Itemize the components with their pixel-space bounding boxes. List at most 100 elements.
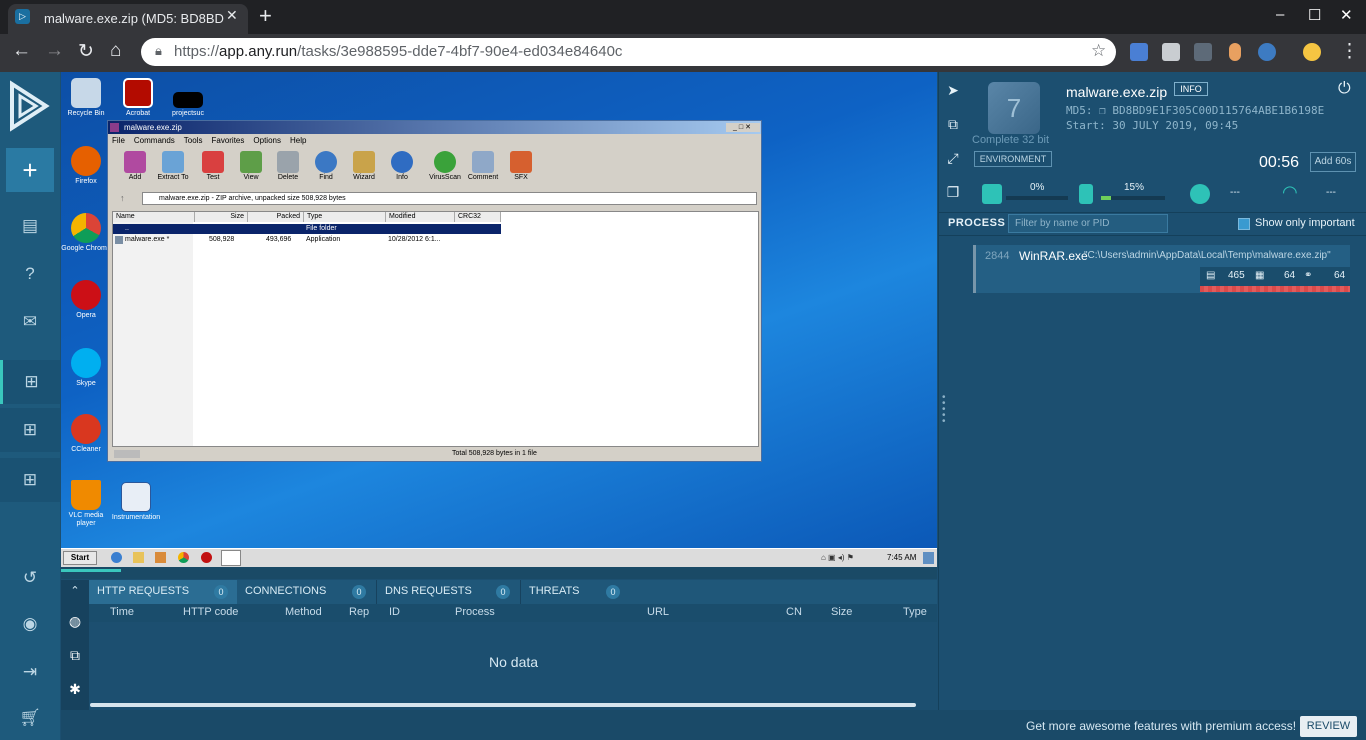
winrar-tool-sfx[interactable]: SFX <box>502 151 540 181</box>
winrar-tool-info[interactable]: Info <box>383 151 421 181</box>
ie-taskbar-icon[interactable] <box>111 552 122 563</box>
desktop-icon-acrobat[interactable]: Acrobat <box>113 78 163 118</box>
desktop-icon-opera[interactable]: Opera <box>61 280 111 320</box>
system-tray-icons[interactable]: ⌂ ▣ ◂) ⚑ <box>821 553 854 562</box>
winrar-menu-options[interactable]: Options <box>253 136 281 145</box>
up-folder-icon[interactable]: ↑ <box>120 193 125 203</box>
swirl-extension-icon[interactable] <box>1258 43 1276 61</box>
bug-icon[interactable]: ✱ <box>61 672 89 706</box>
winrar-taskbar-button[interactable] <box>221 550 241 566</box>
winrar-file-list[interactable]: Name Size Packed Type Modified CRC32 .. … <box>112 211 759 447</box>
window-minimize-button[interactable]: – <box>1276 6 1284 23</box>
new-task-button[interactable]: + <box>6 148 54 192</box>
document-icon[interactable]: ▤ <box>0 204 60 248</box>
table-row[interactable]: malware.exe * 508,928 493,696 Applicatio… <box>113 235 501 245</box>
anyrun-logo-icon[interactable] <box>6 80 52 132</box>
winrar-tool-test[interactable]: Test <box>194 151 232 181</box>
browser-tab[interactable]: malware.exe.zip (MD5: BD8BD <box>8 4 248 34</box>
copy-md5-icon[interactable]: ❐ <box>1099 104 1106 117</box>
column-header-crc32[interactable]: CRC32 <box>455 212 501 222</box>
explorer-taskbar-icon[interactable] <box>133 552 144 563</box>
winrar-tool-view[interactable]: View <box>232 151 270 181</box>
winrar-menu-favorites[interactable]: Favorites <box>211 136 244 145</box>
md5-value[interactable]: BD8BD9E1F305C00D115764ABE1B6198E <box>1112 104 1324 117</box>
process-name[interactable]: WinRAR.exe <box>1019 249 1088 263</box>
avira-taskbar-icon[interactable] <box>201 552 212 563</box>
process-filter-input[interactable]: Filter by name or PID <box>1008 214 1168 233</box>
desktop-icon-vlc[interactable]: VLC media player <box>61 480 111 528</box>
start-button[interactable]: Start <box>63 551 97 565</box>
translate-extension-icon[interactable] <box>1130 43 1148 61</box>
lock-icon[interactable]: 🔒︎ <box>155 43 162 59</box>
column-header-name[interactable]: Name <box>113 212 195 222</box>
new-tab-button[interactable]: + <box>259 3 272 29</box>
open-external-icon[interactable]: ⧉ <box>943 116 963 136</box>
media-taskbar-icon[interactable] <box>155 552 166 563</box>
winrar-tool-wizard[interactable]: Wizard <box>345 151 383 181</box>
winrar-title-bar[interactable]: malware.exe.zip <box>108 121 761 134</box>
col-size[interactable]: Size <box>831 606 852 618</box>
show-important-label[interactable]: Show only important <box>1255 217 1355 229</box>
winrar-address-bar[interactable]: malware.exe.zip - ZIP archive, unpacked … <box>142 192 757 205</box>
help-icon[interactable]: ? <box>0 252 60 296</box>
desktop-icon-instrumentation[interactable]: Instrumentation <box>111 482 161 522</box>
pointer-icon[interactable]: ➤ <box>943 82 963 102</box>
mail-icon[interactable]: ✉ <box>0 300 60 344</box>
horizontal-scrollbar[interactable] <box>90 703 916 707</box>
vm-desktop[interactable]: Recycle Bin Acrobat projectsuc Firefox G… <box>61 72 937 567</box>
copy-icon[interactable]: ❐ <box>943 184 963 204</box>
col-id[interactable]: ID <box>389 606 400 618</box>
profile-avatar-icon[interactable] <box>1303 43 1321 61</box>
winrar-tool-find[interactable]: Find <box>307 151 345 181</box>
desktop-icon-firefox[interactable]: Firefox <box>61 146 111 186</box>
window-maximize-button[interactable]: ☐ <box>1308 6 1321 24</box>
winrar-tool-comment[interactable]: Comment <box>464 151 502 181</box>
download-extension-icon[interactable] <box>1162 43 1180 61</box>
fullscreen-icon[interactable]: ⤢ <box>943 150 963 170</box>
chrome-taskbar-icon[interactable] <box>178 552 189 563</box>
windows-icon[interactable]: ⊞ <box>0 408 60 452</box>
winrar-menu-file[interactable]: File <box>112 136 125 145</box>
winrar-tool-delete[interactable]: Delete <box>269 151 307 181</box>
user-icon[interactable]: ◉ <box>0 602 60 646</box>
col-method[interactable]: Method <box>285 606 322 618</box>
back-icon[interactable]: ← <box>12 40 31 62</box>
column-header-type[interactable]: Type <box>304 212 386 222</box>
column-header-modified[interactable]: Modified <box>386 212 455 222</box>
column-header-size[interactable]: Size <box>195 212 248 222</box>
col-cn[interactable]: CN <box>786 606 802 618</box>
winrar-window-controls[interactable]: _□✕ <box>726 123 760 132</box>
desktop-icon-ccleaner[interactable]: CCleaner <box>61 414 111 454</box>
taskbar-clock[interactable]: 7:45 AM <box>887 553 916 562</box>
col-type[interactable]: Type <box>903 606 927 618</box>
winrar-tool-extract[interactable]: Extract To <box>154 151 192 181</box>
egg-extension-icon[interactable] <box>1229 43 1241 61</box>
table-row[interactable]: .. File folder <box>113 224 501 234</box>
show-desktop-button[interactable] <box>923 552 934 564</box>
cart-icon[interactable]: 🛒︎ <box>0 696 60 740</box>
forward-icon[interactable]: → <box>45 40 64 62</box>
show-important-checkbox[interactable] <box>1238 218 1250 230</box>
review-button[interactable]: REVIEW <box>1300 716 1357 737</box>
globe-icon[interactable]: ◍ <box>61 604 89 638</box>
desktop-icon-chrome[interactable]: Google Chrome <box>61 213 111 253</box>
tab-close-icon[interactable]: ✕ <box>226 7 238 24</box>
column-header-packed[interactable]: Packed <box>248 212 304 222</box>
col-http-code[interactable]: HTTP code <box>183 606 238 618</box>
add-time-button[interactable]: Add 60s <box>1310 152 1356 172</box>
col-time[interactable]: Time <box>110 606 134 618</box>
col-url[interactable]: URL <box>647 606 669 618</box>
winrar-menu-tools[interactable]: Tools <box>184 136 203 145</box>
windows-icon[interactable]: ⊞ <box>0 360 60 404</box>
environment-button[interactable]: ENVIRONMENT <box>974 151 1052 167</box>
history-icon[interactable]: ↺ <box>0 556 60 600</box>
winrar-window[interactable]: malware.exe.zip _□✕ File Commands Tools Fav… <box>107 120 762 462</box>
info-button[interactable]: INFO <box>1174 82 1208 96</box>
desktop-icon-projectsuc[interactable]: projectsuc <box>163 78 213 118</box>
home-icon[interactable]: ⌂ <box>110 40 121 62</box>
collapse-panel-icon[interactable]: ⌃ <box>61 580 89 604</box>
panel-resize-grip[interactable]: • • • • • <box>942 393 946 427</box>
address-bar[interactable]: 🔒︎ https://app.any.run/tasks/3e988595-dd… <box>141 38 1116 66</box>
col-process[interactable]: Process <box>455 606 495 618</box>
reload-icon[interactable]: ↻ <box>78 40 94 63</box>
